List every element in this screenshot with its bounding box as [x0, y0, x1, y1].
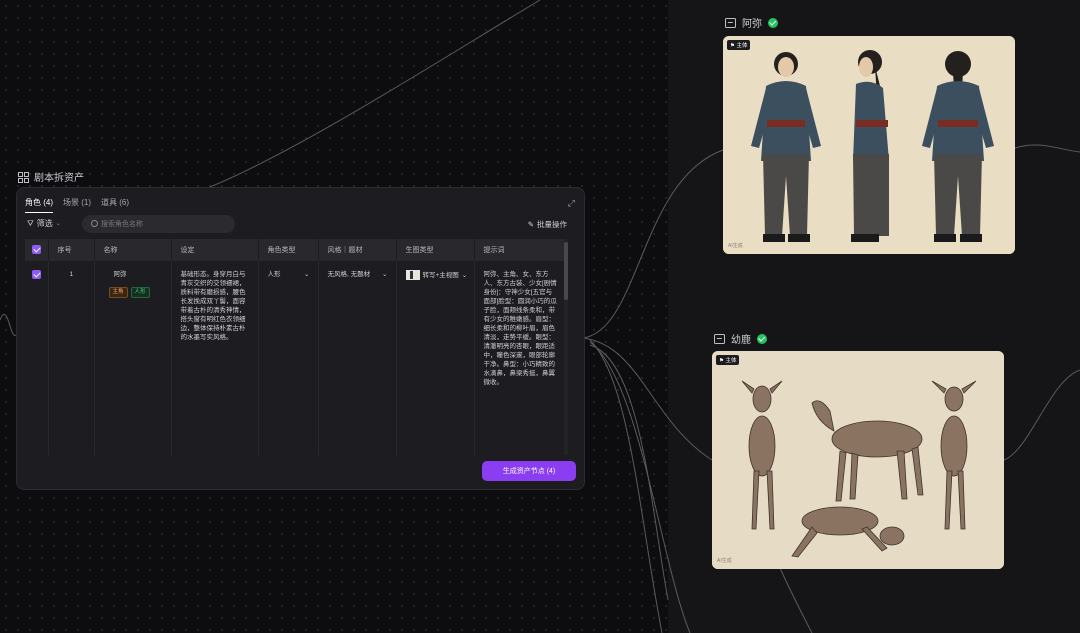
col-header-prompt: 提示词	[474, 239, 568, 261]
panel-title: 剧本拆资产	[18, 169, 84, 184]
col-header-index: 序号	[48, 239, 95, 261]
wire	[209, 0, 541, 188]
search-icon	[91, 220, 98, 227]
wire	[1014, 144, 1080, 153]
select-all-checkbox[interactable]	[32, 244, 41, 254]
subject-tag: ⚑ 主体	[716, 355, 740, 365]
row-role-type-cell[interactable]: 人形 ⌄	[258, 261, 319, 455]
toolbar: ⛛ 筛选 ⌄ ✎ 批量操作	[25, 215, 575, 233]
bulk-actions-label: 批量操作	[537, 220, 567, 229]
tab-characters[interactable]: 角色 (4)	[25, 197, 53, 213]
row-badges: 主角 人形	[108, 287, 171, 298]
chevron-down-icon: ⌄	[55, 221, 61, 227]
style-value: 无风格, 无题材	[327, 271, 371, 278]
check-circle-icon	[768, 17, 778, 28]
check-circle-icon	[757, 333, 767, 344]
badge-human: 人形	[130, 287, 150, 298]
subject-tag: ⚑ 主体	[727, 40, 751, 50]
filter-label: 筛选	[36, 219, 53, 228]
filter-icon: ⛛	[27, 218, 34, 228]
generate-asset-nodes-button[interactable]: 生成资产节点 (4)	[482, 461, 576, 481]
tab-bar: 角色 (4) 场景 (1) 道具 (6)	[25, 197, 129, 213]
wire	[0, 313, 17, 336]
row-setting[interactable]: 基础形态。身穿月白与青灰交织的交领襦裙，质料带有磨损感，腰色长发挽成双丫髻，面容…	[171, 261, 259, 455]
filter-button[interactable]: ⛛ 筛选 ⌄	[27, 218, 61, 229]
select-all-cell[interactable]	[25, 239, 49, 261]
flag-icon: ⚑	[719, 358, 724, 364]
subject-tag-label: 主体	[736, 43, 748, 49]
node-title-fawn[interactable]: 幼鹿	[714, 331, 767, 346]
bulk-edit-icon: ✎	[527, 220, 534, 229]
wire	[582, 149, 724, 339]
flag-icon: ⚑	[730, 43, 735, 49]
node-title-text: 幼鹿	[731, 335, 751, 346]
row-gen-type-cell[interactable]: 转写+主视图 ⌄	[396, 261, 475, 455]
node-title-text: 阿弥	[742, 19, 762, 30]
table-row[interactable]: 1 阿弥 主角 人形 基础形态。身穿月白与青灰交织的交领襦裙，质料带有磨损感，腰…	[25, 261, 568, 455]
subject-tag-label: 主体	[725, 358, 737, 364]
col-header-style: 风格｜题材	[318, 239, 397, 261]
role-type-value: 人形	[267, 271, 281, 278]
asset-table: 序号 名称 设定 角色类型 风格｜题材 生图类型 提示词 1 阿弥 主角 人形 …	[25, 239, 568, 455]
col-header-setting: 设定	[171, 239, 259, 261]
asset-table-wrapper: 序号 名称 设定 角色类型 风格｜题材 生图类型 提示词 1 阿弥 主角 人形 …	[25, 239, 568, 455]
character-thumbnail	[405, 270, 420, 280]
table-header-row: 序号 名称 设定 角色类型 风格｜题材 生图类型 提示词	[25, 239, 568, 261]
image-icon	[725, 17, 736, 28]
asset-panel: 角色 (4) 场景 (1) 道具 (6) ⤢ ⛛ 筛选 ⌄ ✎ 批量操作	[16, 187, 585, 490]
role-type-select[interactable]: 人形 ⌄	[268, 270, 318, 279]
row-style-cell[interactable]: 无风格, 无题材 ⌄	[318, 261, 397, 455]
tab-scenes[interactable]: 场景 (1)	[63, 197, 91, 213]
wire	[1003, 369, 1080, 461]
wire	[589, 339, 663, 633]
ai-watermark: AI生成	[728, 243, 743, 249]
image-icon	[714, 333, 725, 344]
search-box	[82, 215, 235, 233]
panel-title-text: 剧本拆资产	[34, 173, 84, 184]
chevron-down-icon: ⌄	[461, 271, 468, 279]
row-index: 1	[48, 261, 95, 455]
wire	[779, 567, 813, 633]
expand-icon[interactable]: ⤢	[568, 198, 575, 209]
character-image-node[interactable]: ⚑ 主体 AI生成	[723, 36, 1015, 254]
chevron-down-icon: ⌄	[304, 271, 310, 278]
table-scrollbar[interactable]	[564, 239, 568, 455]
badge-main: 主角	[108, 287, 128, 298]
grid-icon	[18, 171, 29, 183]
fawn-image-node[interactable]: ⚑ 主体 AI生成	[712, 351, 1004, 569]
ai-watermark: AI生成	[717, 558, 732, 564]
scrollbar-thumb[interactable]	[564, 242, 568, 300]
style-select[interactable]: 无风格, 无题材 ⌄	[328, 270, 396, 279]
tab-props[interactable]: 道具 (6)	[101, 197, 129, 213]
col-header-role-type: 角色类型	[258, 239, 319, 261]
col-header-name: 名称	[94, 239, 172, 261]
bulk-actions-button[interactable]: ✎ 批量操作	[528, 219, 567, 230]
col-header-gen-type: 生图类型	[396, 239, 475, 261]
chevron-down-icon: ⌄	[382, 271, 388, 278]
gen-type-value: 转写+主视图	[422, 271, 459, 279]
wire	[589, 344, 669, 601]
gen-type-select[interactable]: 转写+主视图 ⌄	[405, 270, 474, 280]
character-turnaround-image	[723, 36, 1015, 254]
row-name-cell: 阿弥 主角 人形	[94, 261, 172, 455]
row-select-cell[interactable]	[25, 261, 49, 455]
row-name[interactable]: 阿弥	[109, 270, 171, 279]
fawn-turnaround-image	[712, 351, 1004, 569]
wire	[589, 341, 691, 633]
node-title-ami[interactable]: 阿弥	[725, 15, 778, 30]
row-checkbox[interactable]	[32, 270, 41, 279]
search-input[interactable]	[101, 218, 229, 230]
row-prompt[interactable]: 阿弥、主角、女、东方人、东方古装、少女[剧情身份]：守神少女[五官与面部]脸型：…	[474, 261, 568, 455]
